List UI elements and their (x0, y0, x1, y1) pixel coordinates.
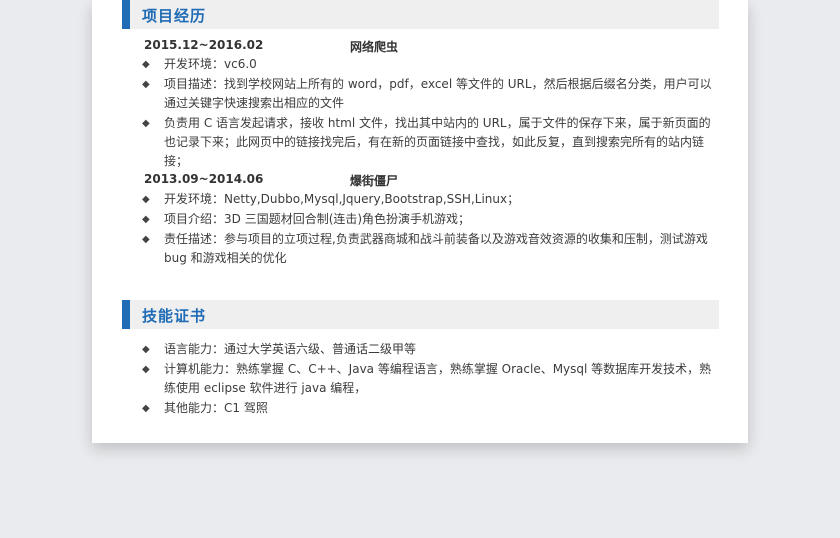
skills-items: ◆ 语言能力：通过大学英语六级、普通话二级甲等 ◆ 计算机能力：熟练掌握 C、C++… (142, 340, 722, 419)
project-items: ◆ 开发环境：vc6.0 ◆ 项目描述：找到学校网站上所有的 word，pdf，ex… (142, 55, 722, 172)
project-date: 2015.12~2016.02 (144, 38, 264, 52)
item-text: 开发环境：Netty,Dubbo,Mysql,Jquery,Bootstrap,… (164, 192, 520, 206)
diamond-bullet-icon: ◆ (142, 403, 150, 414)
resume-page: 项目经历 2015.12~2016.02 网络爬虫 ◆ 开发环境：vc6.0 ◆ 项… (92, 0, 748, 443)
project-name: 网络爬虫 (350, 40, 399, 54)
item-text: 计算机能力：熟练掌握 C、C++、Java 等编程语言，熟练掌握 Oracle、… (164, 362, 712, 395)
item-text: 语言能力：通过大学英语六级、普通话二级甲等 (164, 342, 417, 356)
diamond-bullet-icon: ◆ (142, 344, 150, 355)
diamond-bullet-icon: ◆ (142, 59, 150, 70)
list-item: ◆ 项目介绍：3D 三国题材回合制(连击)角色扮演手机游戏； (142, 210, 722, 229)
section-accent (122, 300, 130, 329)
list-item: ◆ 责任描述：参与项目的立项过程,负责武器商城和战斗前装备以及游戏音效资源的收集和… (142, 230, 722, 268)
section-title: 项目经历 (142, 7, 207, 25)
diamond-bullet-icon: ◆ (142, 234, 150, 245)
item-text: 开发环境：vc6.0 (164, 57, 257, 71)
item-text: 其他能力：C1 驾照 (164, 401, 268, 415)
projects-section-header: 项目经历 (122, 0, 719, 29)
project-items: ◆ 开发环境：Netty,Dubbo,Mysql,Jquery,Bootstrap… (142, 190, 722, 269)
project-name: 爆街僵尸 (350, 174, 399, 188)
diamond-bullet-icon: ◆ (142, 118, 150, 129)
skills-section-header: 技能证书 (122, 300, 719, 329)
item-text: 项目描述：找到学校网站上所有的 word，pdf，excel 等文件的 URL，… (164, 77, 712, 110)
item-text: 项目介绍：3D 三国题材回合制(连击)角色扮演手机游戏； (164, 212, 471, 226)
diamond-bullet-icon: ◆ (142, 364, 150, 375)
project-date: 2013.09~2014.06 (144, 172, 264, 186)
list-item: ◆ 开发环境：vc6.0 (142, 55, 722, 74)
item-text: 负责用 C 语言发起请求，接收 html 文件，找出其中站内的 URL，属于文件… (164, 116, 711, 168)
section-title: 技能证书 (142, 307, 207, 325)
list-item: ◆ 负责用 C 语言发起请求，接收 html 文件，找出其中站内的 URL，属于文… (142, 114, 722, 171)
diamond-bullet-icon: ◆ (142, 214, 150, 225)
item-text: 责任描述：参与项目的立项过程,负责武器商城和战斗前装备以及游戏音效资源的收集和压… (164, 232, 708, 265)
list-item: ◆ 其他能力：C1 驾照 (142, 399, 722, 418)
section-accent (122, 0, 130, 29)
list-item: ◆ 开发环境：Netty,Dubbo,Mysql,Jquery,Bootstrap… (142, 190, 722, 209)
diamond-bullet-icon: ◆ (142, 79, 150, 90)
list-item: ◆ 计算机能力：熟练掌握 C、C++、Java 等编程语言，熟练掌握 Oracle… (142, 360, 722, 398)
list-item: ◆ 项目描述：找到学校网站上所有的 word，pdf，excel 等文件的 URL… (142, 75, 722, 113)
list-item: ◆ 语言能力：通过大学英语六级、普通话二级甲等 (142, 340, 722, 359)
diamond-bullet-icon: ◆ (142, 194, 150, 205)
